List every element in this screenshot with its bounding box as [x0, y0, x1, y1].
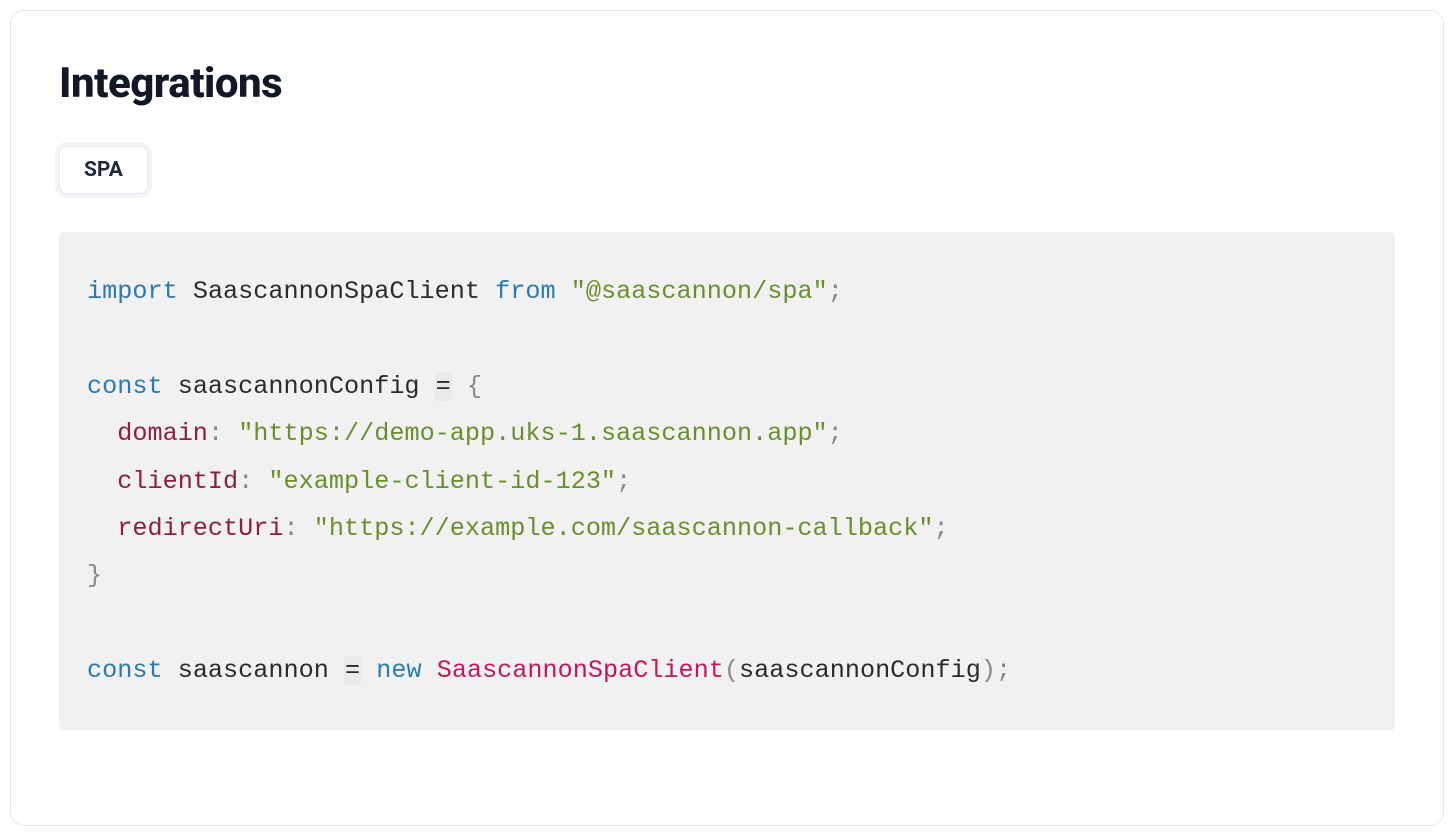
integrations-card: Integrations SPA import SaascannonSpaCli…	[10, 10, 1444, 826]
semicolon: ;	[828, 277, 843, 306]
lbrace: {	[467, 372, 482, 401]
keyword-from: from	[495, 277, 555, 306]
config-identifier: saascannonConfig	[178, 372, 420, 401]
arg-identifier: saascannonConfig	[739, 656, 981, 685]
rparen: )	[981, 656, 996, 685]
import-identifier: SaascannonSpaClient	[193, 277, 480, 306]
semicolon: ;	[828, 419, 843, 448]
prop-redirecturi: redirectUri	[117, 514, 283, 543]
tab-row: SPA	[59, 146, 1395, 194]
colon: :	[208, 419, 223, 448]
instance-identifier: saascannon	[178, 656, 329, 685]
keyword-const: const	[87, 372, 163, 401]
import-source-string: "@saascannon/spa"	[571, 277, 828, 306]
prop-clientid: clientId	[117, 467, 238, 496]
rbrace: }	[87, 561, 102, 590]
colon: :	[284, 514, 299, 543]
redirecturi-string: "https://example.com/saascannon-callback…	[314, 514, 934, 543]
keyword-const: const	[87, 656, 163, 685]
lparen: (	[724, 656, 739, 685]
clientid-string: "example-client-id-123"	[268, 467, 616, 496]
keyword-import: import	[87, 277, 178, 306]
semicolon: ;	[996, 656, 1011, 685]
colon: :	[238, 467, 253, 496]
code-snippet: import SaascannonSpaClient from "@saasca…	[59, 232, 1395, 730]
tab-spa[interactable]: SPA	[59, 146, 148, 194]
keyword-new: new	[376, 656, 421, 685]
class-name: SaascannonSpaClient	[437, 656, 724, 685]
domain-string: "https://demo-app.uks-1.saascannon.app"	[238, 419, 827, 448]
semicolon: ;	[616, 467, 631, 496]
equals-operator: =	[435, 372, 452, 401]
equals-operator: =	[344, 656, 361, 685]
prop-domain: domain	[117, 419, 208, 448]
semicolon: ;	[933, 514, 948, 543]
page-title: Integrations	[59, 59, 1395, 108]
